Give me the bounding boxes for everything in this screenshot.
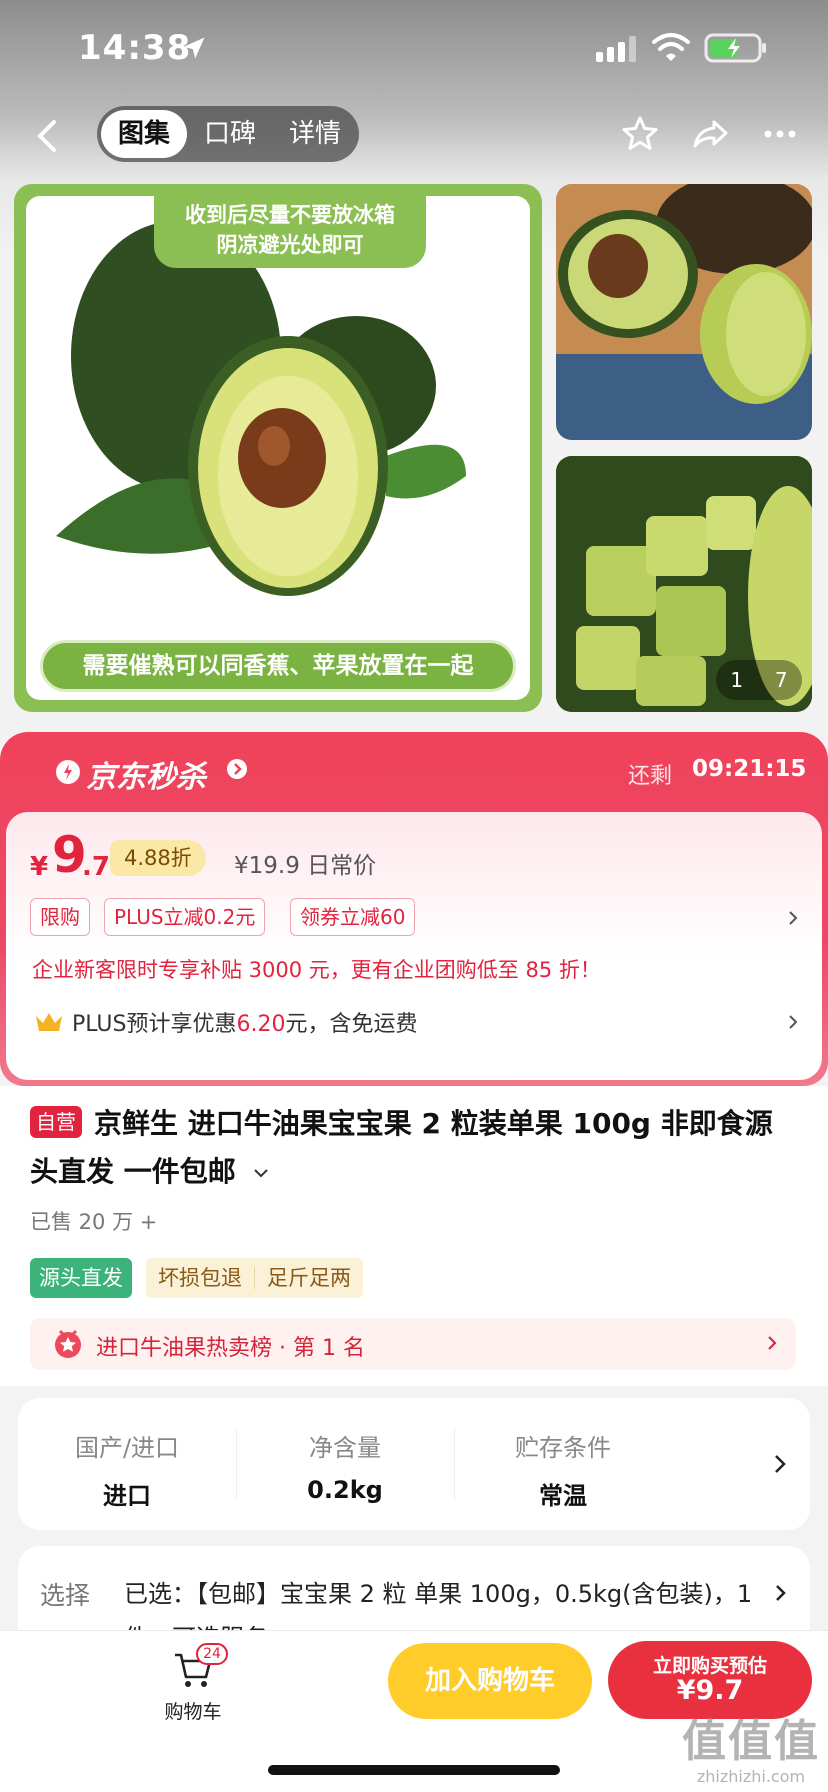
status-bar: 14:38 — [0, 0, 828, 96]
thumbnail-1-image — [556, 184, 812, 440]
crown-icon — [36, 1013, 62, 1031]
feature-source-direct: 源头直发 — [30, 1258, 132, 1298]
more-icon[interactable] — [760, 114, 800, 154]
spec-card[interactable]: 国产/进口 进口 净含量 0.2kg 贮存条件 常温 — [18, 1398, 810, 1530]
plus-note-amount: 6.20 — [236, 1012, 286, 1037]
tab-details[interactable]: 详情 — [275, 110, 355, 158]
tag-purchase-limit[interactable]: 限购 — [30, 898, 90, 936]
promo-chevron-icon[interactable] — [786, 908, 800, 928]
sold-count: 已售 20 万 + — [30, 1210, 158, 1234]
spec-net-weight: 净含量 0.2kg — [236, 1398, 454, 1530]
main-product-image[interactable]: 收到后尽量不要放冰箱 阴凉避光处即可 需要催熟可以同香蕉、苹果放置在一起 — [14, 184, 542, 712]
tab-reviews[interactable]: 口碑 — [191, 110, 269, 158]
buy-now-button[interactable]: 立即购买预估 ¥9.7 — [608, 1641, 812, 1719]
spec-net-weight-value: 0.2kg — [307, 1476, 383, 1504]
flash-sale-card: 京东秒杀 还剩 09:21:15 ¥ 9 .7 4.88折 ¥19.9 日常价 … — [0, 732, 828, 1086]
favorite-star-icon[interactable] — [620, 114, 660, 154]
watermark-logo: 值值值 — [682, 1716, 820, 1767]
self-operated-badge: 自营 — [30, 1106, 82, 1138]
thumbnail-1[interactable] — [556, 184, 812, 440]
flash-sale-logo-icon — [56, 760, 80, 784]
selection-label: 选择 — [40, 1581, 91, 1610]
ranking-bar[interactable]: 进口牛油果热卖榜 · 第 1 名 — [30, 1318, 796, 1370]
watermark-url: zhizhizhi.com — [696, 1767, 806, 1786]
tab-gallery[interactable]: 图集 — [101, 110, 187, 158]
share-icon[interactable] — [690, 114, 730, 154]
ranking-chevron-icon — [768, 1336, 777, 1350]
flash-sale-arrow-icon[interactable] — [226, 758, 248, 780]
tab-group: 图集 口碑 详情 — [97, 106, 359, 162]
cart-button[interactable]: 24 购物车 — [150, 1643, 236, 1735]
signal-icon — [596, 36, 636, 62]
tag-plus-discount[interactable]: PLUS立减0.2元 — [104, 898, 266, 936]
plus-note-suffix: 元，含免运费 — [285, 1012, 418, 1037]
buy-now-price: ¥9.7 — [676, 1675, 744, 1706]
storage-tip-line2: 阴凉避光处即可 — [216, 233, 364, 257]
plus-note-prefix: PLUS预计享优惠 — [72, 1012, 237, 1037]
image-counter: 1 7 — [716, 660, 802, 700]
price-decimal: .7 — [82, 852, 110, 882]
nav-bar: 图集 口碑 详情 — [0, 104, 828, 164]
plus-chevron-icon[interactable] — [786, 1012, 800, 1032]
spec-chevron-icon[interactable] — [772, 1452, 788, 1476]
spec-origin-label: 国产/进口 — [74, 1434, 180, 1462]
flash-sale-brand-text: 京东秒杀 — [86, 760, 206, 795]
watermark: 值值值 zhizhizhi.com — [676, 1716, 826, 1787]
spec-origin: 国产/进口 进口 — [18, 1398, 236, 1530]
spec-storage-value: 常温 — [539, 1482, 587, 1510]
storage-tip-line1: 收到后尽量不要放冰箱 — [185, 203, 395, 227]
back-icon[interactable] — [30, 116, 66, 156]
storage-tip-banner: 收到后尽量不要放冰箱 阴凉避光处即可 — [154, 196, 426, 268]
ranking-text: 进口牛油果热卖榜 · 第 1 名 — [96, 1336, 365, 1361]
cart-label: 购物车 — [164, 1701, 222, 1723]
battery-icon — [704, 33, 766, 63]
spec-origin-value: 进口 — [103, 1482, 151, 1510]
wifi-icon — [652, 33, 690, 61]
ripening-tip-banner: 需要催熟可以同香蕉、苹果放置在一起 — [40, 640, 516, 692]
enterprise-note[interactable]: 企业新客限时专享补贴 3000 元，更有企业团购低至 85 折！ — [32, 954, 601, 984]
bottom-action-bar: 24 购物车 加入购物车 立即购买预估 ¥9.7 值值值 zhizhizhi.c… — [0, 1630, 828, 1792]
product-title[interactable]: 京鲜生 进口牛油果宝宝果 2 粒装单果 100g 非即食源头直发 一件包邮 — [30, 1100, 800, 1196]
product-info: 京鲜生 进口牛油果宝宝果 2 粒装单果 100g 非即食源头直发 一件包邮 自营… — [0, 1086, 828, 1386]
add-to-cart-button[interactable]: 加入购物车 — [388, 1643, 592, 1719]
spec-net-weight-label: 净含量 — [309, 1434, 381, 1462]
expand-chevron-icon[interactable] — [252, 1166, 270, 1180]
cart-count-badge: 24 — [196, 1643, 228, 1665]
product-title-text: 京鲜生 进口牛油果宝宝果 2 粒装单果 100g 非即食源头直发 一件包邮 — [30, 1107, 773, 1188]
feature-guarantees[interactable]: 坏损包退 足斤足两 — [146, 1258, 363, 1298]
image-counter-total: 7 — [774, 668, 788, 692]
spec-storage-label: 贮存条件 — [515, 1434, 611, 1462]
avocado-illustration — [56, 221, 466, 596]
discount-badge: 4.88折 — [110, 840, 206, 876]
status-time: 14:38 — [78, 28, 192, 68]
home-indicator[interactable] — [268, 1765, 560, 1775]
feature-full-weight: 足斤足两 — [267, 1266, 351, 1290]
main-image-canvas: 收到后尽量不要放冰箱 阴凉避光处即可 需要催熟可以同香蕉、苹果放置在一起 — [26, 196, 530, 700]
ranking-medal-icon — [55, 1329, 81, 1358]
selection-chevron-icon[interactable] — [774, 1582, 788, 1604]
plus-benefit-note[interactable]: PLUS预计享优惠6.20元，含免运费 — [72, 1006, 418, 1038]
buy-now-label: 立即购买预估 — [652, 1655, 767, 1677]
flash-sale-timer: 09:21:15 — [692, 756, 807, 782]
original-price: ¥19.9 日常价 — [234, 853, 377, 879]
tag-coupon[interactable]: 领券立减60 — [290, 898, 416, 936]
location-arrow-icon — [183, 37, 205, 59]
price-currency: ¥ — [30, 852, 49, 882]
flash-sale-remaining-label: 还剩 — [628, 764, 673, 789]
spec-storage: 贮存条件 常温 — [454, 1398, 672, 1530]
feature-damage-refund: 坏损包退 — [158, 1266, 242, 1290]
price-panel: ¥ 9 .7 4.88折 ¥19.9 日常价 限购 PLUS立减0.2元 领券立… — [6, 812, 822, 1080]
flash-sale-brand[interactable]: 京东秒杀 — [86, 752, 206, 796]
image-counter-current: 1 — [730, 668, 744, 692]
